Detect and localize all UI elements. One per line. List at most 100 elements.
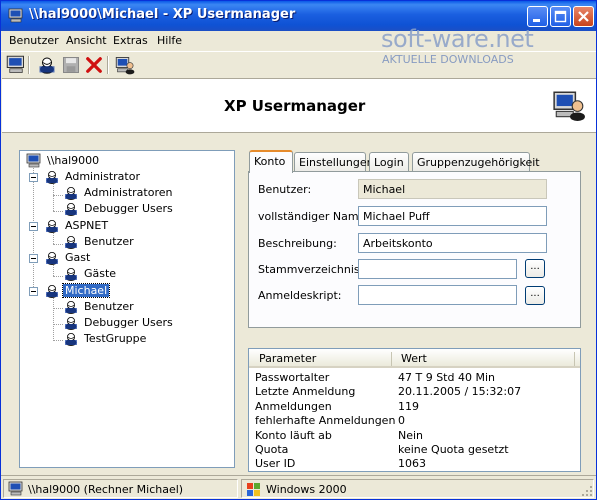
tab-login[interactable]: Login (369, 152, 409, 172)
group-icon (63, 266, 79, 282)
list-header: Parameter Wert (249, 349, 580, 368)
menu-extras[interactable]: Extras (113, 34, 148, 47)
details-list[interactable]: Parameter Wert Passwortalter 47 T 9 Std … (248, 348, 581, 472)
user-icon (44, 283, 60, 299)
user-icon (44, 169, 60, 185)
benutzer-label: Benutzer: (258, 183, 312, 196)
tree-user-label: Administrator (65, 170, 140, 183)
list-item[interactable]: Konto läuft ab Nein (249, 429, 580, 443)
list-item[interactable]: Quota keine Quota gesetzt (249, 443, 580, 457)
user-icon[interactable] (37, 55, 57, 75)
users-icon[interactable] (115, 55, 135, 75)
list-item-parameter: fehlerhafte Anmeldungen (255, 414, 396, 427)
status-bar: \\hal9000 (Rechner Michael) Windows 2000 (1, 475, 596, 499)
tree-group-label: Debugger Users (84, 202, 173, 215)
tab-einstellungen[interactable]: Einstellungen (294, 152, 374, 172)
tree-line (53, 265, 54, 276)
user-icon (44, 250, 60, 266)
delete-icon[interactable] (84, 55, 104, 75)
list-item[interactable]: Anmeldungen 119 (249, 400, 580, 414)
computer-icon[interactable] (6, 55, 26, 75)
tree-group-label: Benutzer (84, 235, 134, 248)
menu-ansicht[interactable]: Ansicht (66, 34, 107, 47)
column-parameter[interactable]: Parameter (259, 352, 316, 365)
collapse-toggle[interactable] (29, 254, 38, 263)
homedir-label: Stammverzeichnis: (258, 263, 364, 276)
tree-line (53, 276, 63, 277)
tree-group-label: Administratoren (84, 186, 173, 199)
tree-line (53, 233, 54, 244)
tree-root-label: \\hal9000 (47, 154, 100, 167)
list-item-parameter: Passwortalter (255, 371, 330, 384)
fullname-field[interactable]: Michael Puff (358, 206, 547, 226)
computer-icon (8, 8, 24, 24)
save-icon[interactable] (61, 55, 81, 75)
close-button[interactable] (573, 6, 594, 27)
tab-konto[interactable]: Konto (249, 150, 293, 173)
application-window: \\hal9000\Michael - XP Usermanager Benut… (0, 0, 597, 500)
logon-script-field[interactable] (358, 285, 517, 305)
list-item-value: 119 (398, 400, 419, 413)
browse-homedir-button[interactable]: ... (525, 259, 545, 278)
tree-line (53, 184, 54, 211)
logon-script-label: Anmeldeskript: (258, 289, 342, 302)
homedir-field[interactable] (358, 259, 517, 279)
description-label: Beschreibung: (258, 237, 337, 250)
status-machine-pane: \\hal9000 (Rechner Michael) (3, 479, 238, 498)
menu-benutzer[interactable]: Benutzer (9, 34, 59, 47)
konto-panel: Benutzer: Michael vollständiger Name: Mi… (248, 171, 581, 328)
fullname-label: vollständiger Name: (258, 210, 370, 223)
collapse-toggle[interactable] (29, 173, 38, 182)
list-item[interactable]: User ID 1063 (249, 457, 580, 471)
collapse-toggle[interactable] (29, 287, 38, 296)
collapse-toggle[interactable] (29, 222, 38, 231)
toolbar (1, 51, 596, 77)
list-item-value: 47 T 9 Std 40 Min (398, 371, 495, 384)
status-os: Windows 2000 (266, 483, 347, 496)
minimize-button[interactable] (527, 6, 548, 27)
toolbar-separator (28, 56, 30, 74)
list-item-value: 0 (398, 414, 405, 427)
banner-title: XP Usermanager (224, 97, 366, 115)
user-tree[interactable]: \\hal9000 Administrator Administratoren … (19, 150, 235, 468)
list-item[interactable]: Letzte Anmeldung 20.11.2005 / 15:32:07 (249, 385, 580, 399)
group-icon (63, 315, 79, 331)
tree-group-label: Debugger Users (84, 316, 173, 329)
maximize-button[interactable] (550, 6, 571, 27)
computer-icon (8, 481, 24, 497)
tree-user-label: ASPNET (65, 219, 109, 232)
list-item-parameter: Konto läuft ab (255, 429, 332, 442)
description-field[interactable]: Arbeitskonto (358, 233, 547, 253)
browse-logon-script-button[interactable]: ... (525, 286, 545, 305)
list-item-value: 20.11.2005 / 15:32:07 (398, 385, 522, 398)
column-wert[interactable]: Wert (401, 352, 427, 365)
windows-logo-icon (246, 481, 262, 497)
column-divider[interactable] (574, 352, 575, 366)
tree-line (53, 195, 63, 196)
menu-hilfe[interactable]: Hilfe (157, 34, 182, 47)
tree-line (53, 298, 54, 341)
list-item-value: 1063 (398, 457, 426, 470)
list-item[interactable]: Passwortalter 47 T 9 Std 40 Min (249, 371, 580, 385)
tree-line (53, 308, 63, 309)
tree-line (53, 324, 63, 325)
list-item-parameter: Anmeldungen (255, 400, 332, 413)
tab-gruppenzugehoerigkeit[interactable]: Gruppenzugehörigkeit (412, 152, 540, 172)
status-machine: \\hal9000 (Rechner Michael) (28, 483, 184, 496)
group-icon (63, 185, 79, 201)
list-item-value: keine Quota gesetzt (398, 443, 509, 456)
toolbar-separator (107, 56, 109, 74)
tree-user-label: Gast (65, 251, 91, 264)
column-divider[interactable] (391, 352, 392, 366)
watermark-logo: soft-ware.net (381, 25, 534, 53)
list-item-value: Nein (398, 429, 424, 442)
list-item-parameter: Letzte Anmeldung (255, 385, 356, 398)
list-item[interactable]: fehlerhafte Anmeldungen 0 (249, 414, 580, 428)
tree-group-label: Benutzer (84, 300, 134, 313)
tree-group-label: Gäste (84, 267, 117, 280)
tree-line (53, 340, 63, 341)
resize-grip[interactable] (581, 485, 593, 497)
list-item-parameter: Quota (255, 443, 289, 456)
group-icon (63, 299, 79, 315)
window-title: \\hal9000\Michael - XP Usermanager (29, 7, 296, 22)
